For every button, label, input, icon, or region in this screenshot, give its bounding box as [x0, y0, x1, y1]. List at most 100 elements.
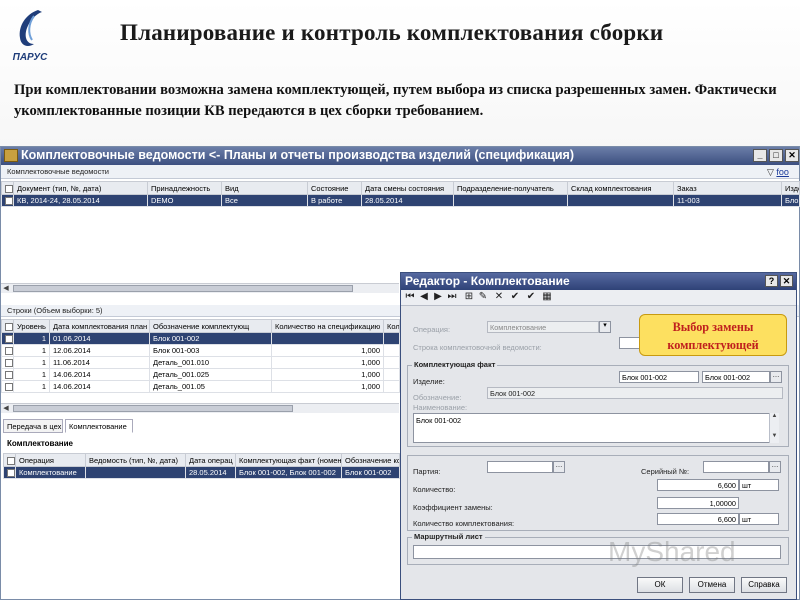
- item-label: Изделие:: [413, 377, 445, 386]
- select-replacement-button[interactable]: …: [770, 371, 782, 383]
- restore-button[interactable]: □: [769, 149, 783, 162]
- col-belonging[interactable]: Принадлежность: [147, 181, 222, 195]
- grid-icon[interactable]: ▦: [541, 291, 553, 302]
- scroll-down-icon[interactable]: ▼: [770, 433, 779, 442]
- filter-icon[interactable]: ▽ foo: [767, 167, 789, 178]
- col-operation[interactable]: Операция: [15, 453, 86, 467]
- apply-icon[interactable]: ✔: [509, 291, 521, 302]
- col-state-date[interactable]: Дата смены состояния: [361, 181, 454, 195]
- prev-record-icon[interactable]: ◀: [418, 291, 430, 302]
- callout-line-2: комплектующей: [667, 338, 759, 352]
- confirm-icon[interactable]: ✔: [525, 291, 537, 302]
- chevron-down-icon[interactable]: ▾: [599, 321, 611, 333]
- dialog-toolbar: ⏮ ◀ ▶ ⏭ ⊞ ✎ ✕ ✔ ✔ ▦: [401, 290, 796, 306]
- scroll-thumb[interactable]: [13, 285, 353, 292]
- col-op-date[interactable]: Дата операц: [185, 453, 236, 467]
- col-designation[interactable]: Обозначение комплектующ: [149, 319, 272, 333]
- col-statement[interactable]: Ведомость (тип, №, дата): [85, 453, 186, 467]
- qty-unit[interactable]: шт: [739, 479, 779, 491]
- qty-kompl-unit[interactable]: шт: [739, 513, 779, 525]
- party-label: Партия:: [413, 467, 441, 476]
- table-row[interactable]: КВ, 2014-24, 28.05.2014 DEMO Все В работ…: [1, 194, 800, 207]
- documents-table: Документ (тип, №, дата) Принадлежность В…: [1, 181, 800, 207]
- next-record-icon[interactable]: ▶: [432, 291, 444, 302]
- last-record-icon[interactable]: ⏭: [446, 291, 458, 302]
- add-icon[interactable]: ⊞: [463, 291, 475, 302]
- col-product[interactable]: Изде: [781, 181, 800, 195]
- table-row[interactable]: 1 14.06.2014 Деталь_001.025 1,000: [1, 368, 400, 381]
- scroll-left-icon[interactable]: ◀: [1, 404, 11, 413]
- help-dialog-button[interactable]: Справка: [741, 577, 787, 593]
- coef-field[interactable]: 1,00000: [657, 497, 739, 509]
- col-state[interactable]: Состояние: [307, 181, 362, 195]
- first-record-icon[interactable]: ⏮: [404, 291, 416, 302]
- operation-select[interactable]: Комплектование: [487, 321, 599, 333]
- parus-logo: ПАРУС: [8, 6, 52, 66]
- col-level[interactable]: Уровень: [13, 319, 50, 333]
- rows-hscrollbar[interactable]: ◀: [1, 403, 399, 413]
- component-group-title: Комплектующая факт: [412, 360, 498, 369]
- table-row[interactable]: 1 11.06.2014 Деталь_001.010 1,000: [1, 356, 400, 369]
- callout-line-1: Выбор замены: [672, 320, 754, 334]
- col-plan-date[interactable]: Дата комплектования план: [49, 319, 150, 333]
- memo-scrollbar[interactable]: ▲ ▼: [769, 413, 779, 443]
- table-row[interactable]: Комплектование 28.05.2014 Блок 001-002, …: [3, 466, 400, 479]
- party-field[interactable]: [487, 461, 553, 473]
- col-qty-spec[interactable]: Количество на спецификацию: [271, 319, 384, 333]
- cancel-button[interactable]: Отмена: [689, 577, 735, 593]
- col-designation[interactable]: Обозначение комп: [341, 453, 400, 467]
- qty-label: Количество:: [413, 485, 456, 494]
- scroll-left-icon[interactable]: ◀: [1, 284, 11, 293]
- qty-kompl-field[interactable]: 6,600: [657, 513, 739, 525]
- name-label: Наименование:: [413, 403, 468, 412]
- col-order[interactable]: Заказ: [673, 181, 782, 195]
- registry-label: Комплектовочные ведомости: [7, 167, 109, 176]
- tab-transfer[interactable]: Передача в цех: [3, 419, 63, 433]
- help-button[interactable]: ?: [765, 275, 778, 287]
- minimize-button[interactable]: _: [753, 149, 767, 162]
- col-check[interactable]: [1, 319, 14, 333]
- ok-button[interactable]: ОК: [637, 577, 683, 593]
- replacement-callout: Выбор замены комплектующей: [639, 314, 787, 356]
- col-warehouse[interactable]: Склад комплектования: [567, 181, 674, 195]
- kompl-table: Операция Ведомость (тип, №, дата) Дата о…: [3, 453, 400, 479]
- table-row[interactable]: 1 01.06.2014 Блок 001-002: [1, 332, 400, 345]
- item-field-1[interactable]: Блок 001-002: [619, 371, 699, 383]
- table-row[interactable]: 1 14.06.2014 Деталь_001.05 1,000: [1, 380, 400, 393]
- col-receiver[interactable]: Подразделение-получатель: [453, 181, 568, 195]
- col-document[interactable]: Документ (тип, №, дата): [13, 181, 148, 195]
- operation-label: Операция:: [413, 325, 451, 334]
- window-app-icon: [4, 149, 18, 162]
- delete-icon[interactable]: ✕: [493, 291, 505, 302]
- col-kind[interactable]: Вид: [221, 181, 308, 195]
- party-lookup-button[interactable]: …: [553, 461, 565, 473]
- item-field-2[interactable]: Блок 001-002: [702, 371, 770, 383]
- serial-field[interactable]: [703, 461, 769, 473]
- table-row[interactable]: 1 12.06.2014 Блок 001-003 1,000: [1, 344, 400, 357]
- edit-icon[interactable]: ✎: [477, 291, 489, 302]
- close-button[interactable]: ✕: [785, 149, 799, 162]
- coef-label: Коэффициент замены:: [413, 503, 493, 512]
- documents-header: Документ (тип, №, дата) Принадлежность В…: [1, 181, 800, 195]
- col-check[interactable]: [3, 453, 16, 467]
- watermark: MyShared: [608, 536, 736, 567]
- col-qty[interactable]: Колі: [383, 319, 400, 333]
- serial-lookup-button[interactable]: …: [769, 461, 781, 473]
- col-check[interactable]: [1, 181, 14, 195]
- route-group-title: Маршрутный лист: [412, 532, 485, 541]
- dialog-close-button[interactable]: ✕: [780, 275, 793, 287]
- name-memo[interactable]: Блок 001-002: [413, 413, 779, 443]
- scroll-up-icon[interactable]: ▲: [770, 413, 779, 422]
- dialog-title: Редактор - Комплектование: [405, 274, 570, 288]
- stroke-label: Строка комплектовочной ведомости:: [413, 343, 542, 352]
- top-hscrollbar[interactable]: ◀: [1, 283, 399, 293]
- qty-kompl-label: Количество комплектования:: [413, 519, 515, 528]
- serial-label: Серийный №:: [641, 467, 690, 476]
- col-component-fact[interactable]: Комплектующая факт (номен: [235, 453, 342, 467]
- tab-kompl[interactable]: Комплектование: [65, 419, 133, 433]
- scroll-thumb[interactable]: [13, 405, 293, 412]
- designation-field[interactable]: Блок 001-002: [487, 387, 783, 399]
- logo-text: ПАРУС: [12, 52, 48, 63]
- rows-table: Уровень Дата комплектования план Обознач…: [1, 319, 400, 393]
- qty-field[interactable]: 6,600: [657, 479, 739, 491]
